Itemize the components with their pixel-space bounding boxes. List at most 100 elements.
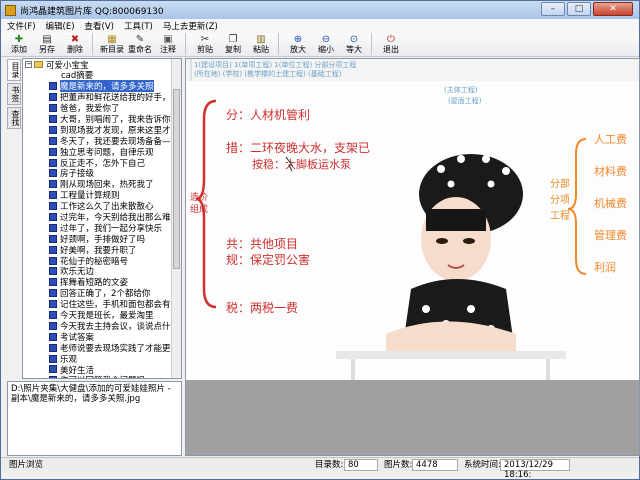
tree-item[interactable]: 房子接级 — [23, 168, 181, 179]
tree-item[interactable]: 过完年，今天别给我出那么难的 — [23, 212, 181, 223]
toolbar-button-10[interactable]: ⊖ 缩小 — [312, 33, 340, 57]
tree-item[interactable]: 反正走不，怎外下自己 — [23, 157, 181, 169]
window-title: 尚鸿晶建筑图片库 QQ:800069130 — [20, 6, 164, 17]
collapse-icon[interactable]: − — [25, 61, 32, 68]
cost-item-3: 机械费 — [594, 196, 627, 210]
tree-item[interactable]: 今天我去主持会议，谈说点什么好 — [23, 320, 181, 332]
image-file-icon — [49, 125, 57, 134]
menu-edit[interactable]: 编辑(E) — [46, 20, 75, 32]
tab-bookmarks[interactable]: 书签 — [7, 83, 21, 105]
rename-icon: ✎ — [135, 34, 145, 45]
maximize-button[interactable]: □ — [567, 2, 591, 16]
menu-view[interactable]: 查看(V) — [85, 20, 114, 32]
toolbar-button-5[interactable]: ▣ 注释 — [154, 33, 182, 57]
image-file-icon — [49, 376, 57, 378]
tree-item[interactable]: 好颈啊，手排做好了吗 — [23, 233, 181, 245]
image-viewer[interactable]: 1(建设项目) 1(单项工程) 1(单位工程) 分部分项工程 (所在地) (学校… — [185, 58, 640, 456]
tree-item[interactable]: 考试答案 — [23, 331, 181, 343]
toolbar-button-12[interactable]: ⏻ 退出 — [377, 33, 405, 57]
tree-item[interactable]: 你可以回答我个问题吗 — [23, 374, 181, 378]
note-line-4: 共：共他项目 — [226, 237, 298, 251]
tree-scrollbar[interactable] — [171, 59, 181, 378]
toolbar-button-6[interactable]: ✂ 剪贴 — [191, 33, 219, 57]
toolbar-button-label: 另存 — [39, 45, 55, 54]
image-file-icon — [49, 365, 57, 374]
paste-icon: ▥ — [256, 34, 266, 45]
right-group-line-2: 分项 — [550, 194, 570, 206]
tree-root[interactable]: − 可爱小宝宝 — [23, 59, 181, 71]
close-button[interactable]: ✕ — [593, 2, 633, 16]
cut-icon: ✂ — [200, 34, 210, 45]
note-line-6: 税：两税一费 — [226, 301, 298, 315]
dir-count-value: 80 — [344, 459, 378, 471]
toolbar-button-0[interactable]: ✚ 添加 — [5, 33, 33, 57]
tree-item[interactable]: 过年了，我们一起分享快乐 — [23, 222, 181, 234]
tab-search[interactable]: 查找 — [7, 107, 21, 129]
tree-item[interactable]: 冬天了，我还要去现场备备—— — [23, 135, 181, 147]
toolbar-button-7[interactable]: ❐ 复制 — [219, 33, 247, 57]
toolbar-button-label: 注释 — [160, 45, 176, 54]
tree-item[interactable]: 好美啊，我要升职了 — [23, 244, 181, 256]
app-icon — [5, 4, 16, 16]
tree-item[interactable]: 爸爸，我爱你了 — [23, 103, 181, 114]
tree-item[interactable]: 工程量计算规则 — [23, 190, 181, 201]
toolbar-button-8[interactable]: ▥ 粘贴 — [247, 33, 275, 57]
toolbar-button-1[interactable]: ▤ 另存 — [33, 33, 61, 57]
toolbar-button-3[interactable]: ▦ 新目录 — [98, 33, 126, 57]
tree-item[interactable]: 工作这么久了出来散散心 — [23, 201, 181, 212]
strip-line-2: (所在地) (学校) (教学楼的土建工程) (基础工程) — [194, 69, 342, 78]
menu-file[interactable]: 文件(F) — [7, 20, 36, 32]
file-path-box: D:\照片夹集\大健盘\添加的可爱娃娃照片 - 副本\魔是新来的，请多多关照.j… — [7, 381, 182, 456]
new-folder-icon: ▦ — [107, 34, 117, 45]
side-label-2: 组成 — [190, 203, 208, 215]
toolbar-button-2[interactable]: ✖ 删除 — [61, 33, 89, 57]
tree-item-label: 你可以回答我个问题吗 — [60, 374, 145, 378]
image-file-icon — [49, 202, 57, 211]
toolbar-button-9[interactable]: ⊕ 放大 — [284, 33, 312, 57]
tree-item[interactable]: 老师说要去现场实践了才能更 — [23, 342, 181, 354]
tree-item[interactable]: 独立思考问题，自律乐观 — [23, 146, 181, 158]
time-label: 系统时间: — [464, 460, 501, 470]
menu-tools[interactable]: 工具(T) — [124, 20, 153, 32]
image-file-icon — [49, 169, 57, 178]
image-file-icon — [49, 93, 57, 102]
title-bar[interactable]: 尚鸿晶建筑图片库 QQ:800069130 – □ ✕ — [1, 1, 639, 19]
tree-item[interactable]: 欢乐无边 — [23, 266, 181, 277]
image-file-icon — [49, 354, 57, 363]
tree-item[interactable]: 到现场我才发现，原来这里才是 — [23, 124, 181, 136]
tree-item[interactable]: 把董声和鲜花送给我的好手，爸 — [23, 92, 181, 103]
tree-item[interactable]: 美好生活 — [23, 364, 181, 376]
img-count-value: 4478 — [412, 459, 458, 471]
tree-items: cad摘要 魔是新来的，请多多关照 把董声和鲜花送给我的好手，爸 爸爸，我爱你了 大哥，… — [23, 70, 181, 378]
tree-item[interactable]: 乐观 — [23, 353, 181, 365]
tab-directory[interactable]: 目录 — [7, 59, 21, 81]
tree-item[interactable]: 花仙子的秘密暗号 — [23, 255, 181, 267]
tree-item[interactable]: 刚从现场回来，热死我了 — [23, 179, 181, 190]
side-label-1: 造价 — [190, 191, 208, 203]
toolbar-button-11[interactable]: ⊙ 等大 — [340, 33, 368, 57]
minimize-button[interactable]: – — [541, 2, 565, 16]
tree-item[interactable]: 挥舞着短路的文姿 — [23, 277, 181, 288]
menu-update[interactable]: 马上去更新(Z) — [163, 20, 218, 32]
tree-item[interactable]: cad摘要 — [23, 70, 181, 81]
photo-svg: 1(建设项目) 1(单项工程) 1(单位工程) 分部分项工程 (所在地) (学校… — [186, 59, 639, 380]
tree-item[interactable]: 今天我是班长，最爱淘里 — [23, 310, 181, 321]
right-group-line-1: 分部 — [550, 177, 570, 190]
strip-line-4: (屋面工程) — [448, 96, 482, 105]
directory-tree: − 可爱小宝宝 cad摘要 魔是新来的，请多多关照 把董声和鲜花送给我的好手，爸 爸爸… — [22, 58, 182, 379]
toolbar: ✚ 添加 ▤ 另存 ✖ 删除 ▦ 新目录 ✎ 重命名 ▣ 注释 ✂ 剪贴 ❐ 复制 ▥ 粘贴 ⊕ 放大 ⊖ 缩小 ⊙ 等大 ⏻ 退… — [1, 33, 639, 57]
copy-icon: ❐ — [228, 34, 238, 45]
photo: 1(建设项目) 1(单项工程) 1(单位工程) 分部分项工程 (所在地) (学校… — [186, 59, 639, 380]
tree-item[interactable]: 回答正确了，2个都给你 — [23, 288, 181, 299]
tree-item[interactable]: 魔是新来的，请多多关照 — [23, 80, 181, 93]
image-file-icon — [49, 311, 57, 320]
toolbar-button-label: 复制 — [225, 45, 241, 54]
scroll-thumb[interactable] — [173, 89, 180, 269]
tree-item[interactable]: 记住这些，手机和面包都会有的 — [23, 299, 181, 310]
image-file-icon — [49, 256, 57, 265]
strip-line-1: 1(建设项目) 1(单项工程) 1(单位工程) 分部分项工程 — [194, 60, 356, 69]
image-file-icon — [49, 136, 57, 145]
img-count-label: 图片数: — [384, 460, 413, 470]
toolbar-button-4[interactable]: ✎ 重命名 — [126, 33, 154, 57]
tree-item[interactable]: 大哥，别唱闹了，我来告诉你怎 — [23, 114, 181, 125]
